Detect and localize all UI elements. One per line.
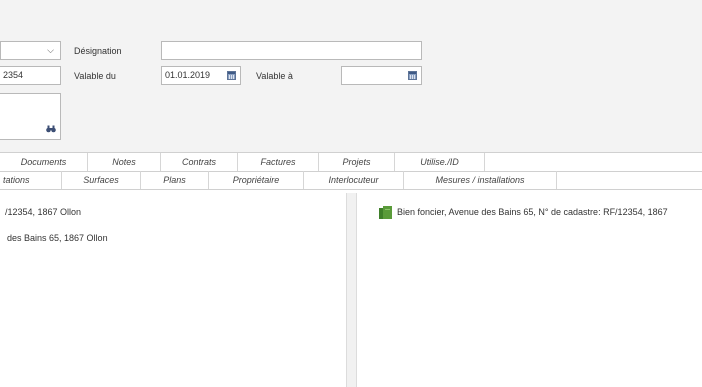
valable-a-label: Valable à	[256, 71, 293, 81]
designation-input[interactable]	[161, 41, 422, 60]
search-box[interactable]	[0, 93, 61, 140]
tab-factures[interactable]: Factures	[238, 153, 319, 171]
tab-documents[interactable]: Documents	[0, 153, 88, 171]
tab-plans[interactable]: Plans	[141, 171, 209, 189]
tab-surfaces[interactable]: Surfaces	[62, 171, 141, 189]
tab-utilise-id[interactable]: Utilise./ID	[395, 153, 485, 171]
valable-du-value: 01.01.2019	[165, 70, 211, 80]
designation-label: Désignation	[74, 46, 122, 56]
right-list-item[interactable]: Bien foncier, Avenue des Bains 65, N° de…	[397, 207, 702, 217]
tab-mesures-installations[interactable]: Mesures / installations	[404, 171, 557, 189]
valable-du-input[interactable]: 01.01.2019	[161, 66, 241, 85]
tab-notes[interactable]: Notes	[88, 153, 161, 171]
binoculars-icon[interactable]	[46, 125, 56, 133]
valable-du-label: Valable du	[74, 71, 116, 81]
tab-contrats[interactable]: Contrats	[161, 153, 238, 171]
tab-bar-primary: Documents Notes Contrats Factures Projet…	[0, 152, 702, 172]
id-field[interactable]: 2354	[0, 66, 61, 85]
tab-proprietaire[interactable]: Propriétaire	[209, 171, 304, 189]
tab-bar-secondary: tations Surfaces Plans Propriétaire Inte…	[0, 171, 702, 190]
splitter[interactable]	[346, 193, 357, 387]
property-icon	[379, 206, 392, 219]
left-list-item[interactable]: /12354, 1867 Ollon	[5, 207, 81, 217]
tab-interlocuteur[interactable]: Interlocuteur	[304, 171, 404, 189]
type-dropdown[interactable]: ⌵	[0, 41, 61, 60]
tab-projets[interactable]: Projets	[319, 153, 395, 171]
calendar-icon[interactable]	[227, 71, 236, 80]
calendar-icon[interactable]	[408, 71, 417, 80]
left-list-item[interactable]: des Bains 65, 1867 Ollon	[7, 233, 108, 243]
tab-imputations[interactable]: tations	[0, 171, 62, 189]
chevron-down-icon: ⌵	[47, 45, 54, 55]
valable-a-input[interactable]	[341, 66, 422, 85]
